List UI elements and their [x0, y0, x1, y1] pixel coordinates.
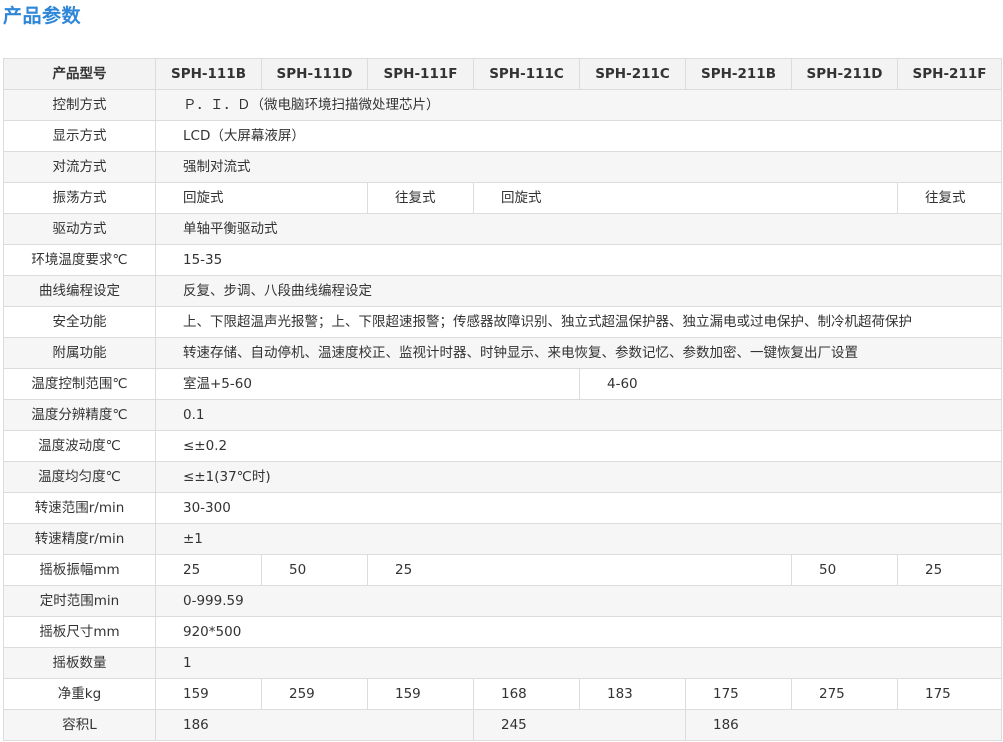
table-row: 摇板振幅mm 25 50 25 50 25	[3, 554, 1002, 586]
row-value-cell: 25	[897, 554, 1002, 586]
row-value-cell: 上、下限超温声光报警；上、下限超速报警；传感器故障识别、独立式超温保护器、独立漏…	[155, 306, 1002, 338]
row-value-cell: 183	[579, 678, 686, 710]
row-value-cell: ±1	[155, 523, 1002, 555]
row-value-cell: 50	[261, 554, 368, 586]
model-header-cell: SPH-111D	[261, 58, 368, 90]
row-value-cell: 186	[685, 709, 1002, 741]
row-value-cell: 0.1	[155, 399, 1002, 431]
row-label-cell: 显示方式	[3, 120, 156, 152]
row-label-cell: 附属功能	[3, 337, 156, 369]
table-row: 温度波动度℃ ≤±0.2	[3, 430, 1002, 462]
table-row: 附属功能 转速存储、自动停机、温速度校正、监视计时器、时钟显示、来电恢复、参数记忆…	[3, 337, 1002, 369]
row-label-cell: 曲线编程设定	[3, 275, 156, 307]
table-header-row: 产品型号 SPH-111B SPH-111D SPH-111F SPH-111C…	[3, 58, 1002, 90]
row-label-cell: 摇板数量	[3, 647, 156, 679]
row-value-cell: 259	[261, 678, 368, 710]
row-value-cell: 4-60	[579, 368, 1002, 400]
table-row: 对流方式 强制对流式	[3, 151, 1002, 183]
row-label-cell: 驱动方式	[3, 213, 156, 245]
row-label-cell: 定时范围min	[3, 585, 156, 617]
row-value-cell: ≤±1(37℃时)	[155, 461, 1002, 493]
table-row: 温度分辨精度℃ 0.1	[3, 399, 1002, 431]
page-title: 产品参数	[3, 5, 82, 27]
table-row: 温度均匀度℃ ≤±1(37℃时)	[3, 461, 1002, 493]
row-value-cell: 25	[155, 554, 262, 586]
row-value-cell: 159	[367, 678, 474, 710]
model-header-cell: SPH-211D	[791, 58, 898, 90]
row-value-cell: LCD（大屏幕液屏）	[155, 120, 1002, 152]
table-row: 容积L 186 245 186	[3, 709, 1002, 741]
row-value-cell: 275	[791, 678, 898, 710]
row-label-cell: 环境温度要求℃	[3, 244, 156, 276]
table-row: 振荡方式 回旋式 往复式 回旋式 往复式	[3, 182, 1002, 214]
table-row: 安全功能 上、下限超温声光报警；上、下限超速报警；传感器故障识别、独立式超温保护器…	[3, 306, 1002, 338]
table-row: 转速范围r/min 30-300	[3, 492, 1002, 524]
row-value-cell: 1	[155, 647, 1002, 679]
row-value-cell: 15-35	[155, 244, 1002, 276]
row-label-cell: 容积L	[3, 709, 156, 741]
row-label-cell: 温度控制范围℃	[3, 368, 156, 400]
model-header-cell: SPH-211C	[579, 58, 686, 90]
row-label-cell: 振荡方式	[3, 182, 156, 214]
table-row: 定时范围min 0-999.59	[3, 585, 1002, 617]
row-label-cell: 净重kg	[3, 678, 156, 710]
table-row: 环境温度要求℃ 15-35	[3, 244, 1002, 276]
row-label-cell: 温度均匀度℃	[3, 461, 156, 493]
row-value-cell: 920*500	[155, 616, 1002, 648]
row-label-cell: 温度分辨精度℃	[3, 399, 156, 431]
row-value-cell: 168	[473, 678, 580, 710]
row-label-cell: 温度波动度℃	[3, 430, 156, 462]
row-value-cell: 室温+5-60	[155, 368, 580, 400]
model-header-cell: SPH-211B	[685, 58, 792, 90]
row-label-cell: 安全功能	[3, 306, 156, 338]
row-value-cell: 245	[473, 709, 686, 741]
model-header-cell: SPH-111C	[473, 58, 580, 90]
row-value-cell: 25	[367, 554, 792, 586]
spec-table: 产品型号 SPH-111B SPH-111D SPH-111F SPH-111C…	[3, 58, 1002, 741]
row-value-cell: 往复式	[367, 182, 474, 214]
row-value-cell: 回旋式	[473, 182, 898, 214]
row-value-cell: Ｐ．Ｉ．Ｄ（微电脑环境扫描微处理芯片）	[155, 89, 1002, 121]
table-row: 控制方式 Ｐ．Ｉ．Ｄ（微电脑环境扫描微处理芯片）	[3, 89, 1002, 121]
table-row: 曲线编程设定 反复、步调、八段曲线编程设定	[3, 275, 1002, 307]
header-label-cell: 产品型号	[3, 58, 156, 90]
row-value-cell: 30-300	[155, 492, 1002, 524]
table-row: 显示方式 LCD（大屏幕液屏）	[3, 120, 1002, 152]
row-label-cell: 摇板振幅mm	[3, 554, 156, 586]
row-value-cell: ≤±0.2	[155, 430, 1002, 462]
table-row: 温度控制范围℃ 室温+5-60 4-60	[3, 368, 1002, 400]
row-value-cell: 转速存储、自动停机、温速度校正、监视计时器、时钟显示、来电恢复、参数记忆、参数加…	[155, 337, 1002, 369]
table-row: 净重kg 159 259 159 168 183 175 275 175	[3, 678, 1002, 710]
row-label-cell: 摇板尺寸mm	[3, 616, 156, 648]
row-value-cell: 往复式	[897, 182, 1002, 214]
spec-table-body: 产品型号 SPH-111B SPH-111D SPH-111F SPH-111C…	[3, 58, 1002, 741]
table-row: 摇板尺寸mm 920*500	[3, 616, 1002, 648]
row-label-cell: 控制方式	[3, 89, 156, 121]
row-value-cell: 0-999.59	[155, 585, 1002, 617]
model-header-cell: SPH-111F	[367, 58, 474, 90]
row-label-cell: 转速精度r/min	[3, 523, 156, 555]
model-header-cell: SPH-111B	[155, 58, 262, 90]
row-label-cell: 对流方式	[3, 151, 156, 183]
row-value-cell: 单轴平衡驱动式	[155, 213, 1002, 245]
row-value-cell: 175	[897, 678, 1002, 710]
row-value-cell: 反复、步调、八段曲线编程设定	[155, 275, 1002, 307]
row-value-cell: 回旋式	[155, 182, 368, 214]
row-value-cell: 175	[685, 678, 792, 710]
table-row: 摇板数量 1	[3, 647, 1002, 679]
row-value-cell: 186	[155, 709, 474, 741]
row-value-cell: 159	[155, 678, 262, 710]
table-row: 转速精度r/min ±1	[3, 523, 1002, 555]
row-label-cell: 转速范围r/min	[3, 492, 156, 524]
row-value-cell: 50	[791, 554, 898, 586]
row-value-cell: 强制对流式	[155, 151, 1002, 183]
table-row: 驱动方式 单轴平衡驱动式	[3, 213, 1002, 245]
model-header-cell: SPH-211F	[897, 58, 1002, 90]
